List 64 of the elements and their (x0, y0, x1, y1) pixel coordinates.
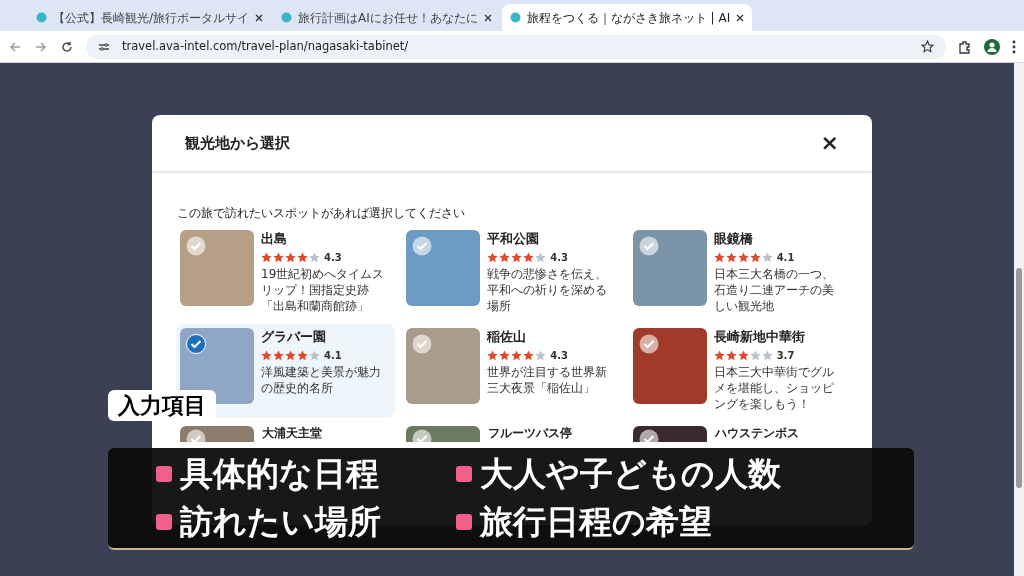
rating-value: 3.7 (776, 349, 795, 364)
favicon-icon (281, 12, 293, 23)
check-icon[interactable] (638, 429, 659, 443)
spot-description: 洋風建築と美景が魅力の歴史的名所 (261, 364, 382, 397)
spot-name: 長崎新地中華街 (713, 328, 806, 347)
check-icon[interactable] (186, 236, 206, 257)
caption-label: 入力項目 (108, 390, 216, 421)
spot-name: 平和公園 (487, 230, 541, 249)
spot-description: 戦争の悲惨さを伝え、平和への祈りを深める場所 (487, 266, 609, 315)
rating-value: 4.1 (776, 251, 795, 266)
modal-title: 観光地から選択 (185, 132, 290, 154)
check-icon[interactable] (638, 334, 659, 355)
close-tab-icon[interactable] (255, 13, 264, 22)
more-menu-icon[interactable] (1012, 39, 1016, 54)
favicon-icon (36, 12, 47, 23)
rating-value: 4.3 (550, 251, 569, 266)
tab-title: 旅程をつくる｜ながさき旅ネット | AI (526, 9, 731, 27)
bullet-icon (156, 514, 172, 530)
spot-name: 出島 (261, 230, 288, 249)
address-bar[interactable]: travel.ava-intel.com/travel-plan/nagasaki-tabinet/ (86, 34, 946, 59)
caption-item: 訪れたい場所 (180, 501, 381, 543)
rating-value: 4.1 (324, 349, 342, 364)
spot-name: グラバー園 (261, 328, 327, 347)
profile-avatar-icon[interactable] (984, 38, 1000, 55)
check-icon[interactable] (412, 334, 433, 355)
rating-value: 4.3 (324, 251, 342, 266)
spot-description: 日本三大名橋の一つ、石造り二連アーチの美しい観光地 (713, 266, 835, 315)
spot-name: フルーツバス停 (488, 426, 574, 442)
favicon-icon (509, 12, 521, 23)
forward-icon[interactable] (34, 40, 48, 53)
site-settings-icon[interactable] (98, 40, 110, 53)
spot-description: 世界が注目する世界新三大夜景「稲佐山」 (487, 364, 609, 397)
spot-description: 日本三大中華街でグルメを堪能し、ショッピングを楽しもう！ (713, 364, 835, 413)
bullet-icon (456, 514, 472, 530)
close-tab-icon[interactable] (483, 13, 492, 22)
spot-description: 19世紀初めへタイムスリップ！国指定史跡「出島和蘭商館跡」 (261, 266, 386, 315)
spot-name: 大浦天主堂 (262, 426, 323, 442)
check-icon[interactable] (186, 429, 206, 443)
spot-name: 眼鏡橋 (713, 230, 754, 249)
browser-tab[interactable]: 【公式】長崎観光/旅行ポータルサイ (28, 4, 272, 31)
close-button[interactable]: × (820, 132, 839, 154)
check-icon[interactable] (638, 236, 659, 257)
caption-item: 旅行日程の希望 (480, 501, 712, 543)
spot-name: 稲佐山 (487, 328, 528, 347)
caption-item: 大人や子どもの人数 (480, 453, 781, 495)
prompt-text: この旅で訪れたいスポットがあれば選択してください (176, 205, 466, 222)
spot-name: ハウステンボス (714, 426, 800, 442)
check-icon[interactable] (412, 236, 433, 257)
check-icon[interactable] (186, 334, 206, 355)
tab-title: 旅行計画はAIにお任せ！あなたに (298, 9, 478, 27)
extensions-icon[interactable] (958, 39, 972, 54)
browser-tab[interactable]: 旅程をつくる｜ながさき旅ネット | AI (501, 4, 753, 31)
bookmark-star-icon[interactable] (921, 40, 934, 53)
browser-tab[interactable]: 旅行計画はAIにお任せ！あなたに (273, 4, 500, 31)
tab-title: 【公式】長崎観光/旅行ポータルサイ (53, 9, 250, 27)
bullet-icon (156, 466, 172, 482)
caption-item: 具体的な日程 (180, 453, 379, 495)
reload-icon[interactable] (60, 40, 74, 53)
check-icon[interactable] (412, 429, 433, 443)
rating-value: 4.3 (550, 349, 569, 364)
url-text: travel.ava-intel.com/travel-plan/nagasaki-tabinet/ (122, 37, 410, 55)
close-tab-icon[interactable] (736, 13, 745, 22)
bullet-icon (456, 466, 472, 482)
back-icon[interactable] (8, 40, 22, 53)
